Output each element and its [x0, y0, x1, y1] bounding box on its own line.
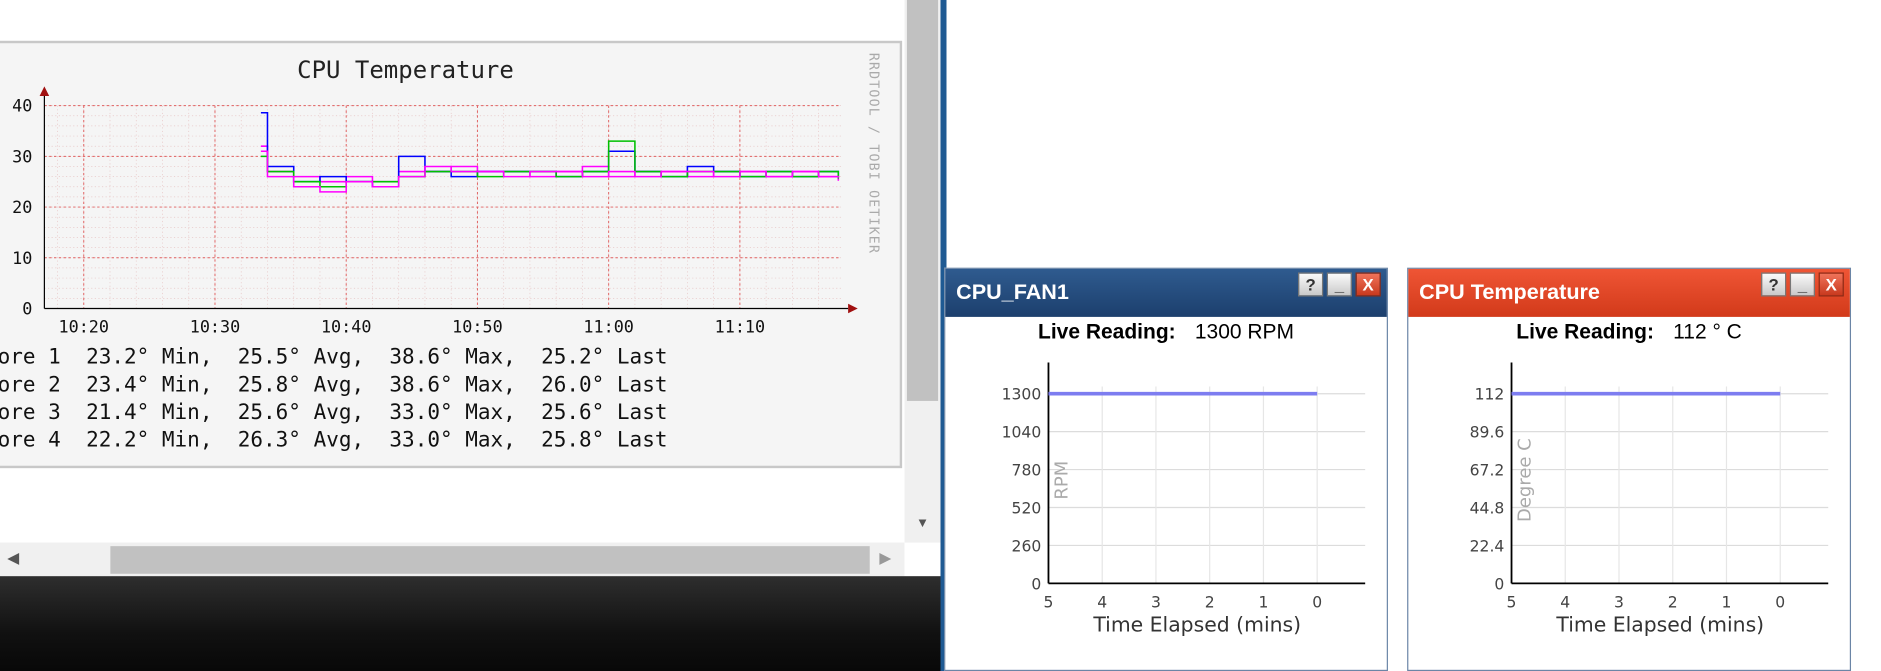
y-tick-label: 0: [22, 298, 32, 318]
x-tick-label: 1: [1258, 593, 1268, 611]
series-line-ore-3: [260, 140, 840, 188]
y-tick-label: 260: [1012, 537, 1042, 555]
y-tick-label: 40: [12, 96, 32, 116]
cpu-fan-widget: CPU_FAN1 ? _ X Live Reading: 1300 RPM 0 26…: [944, 267, 1388, 671]
x-tick-label: 10:20: [58, 316, 109, 336]
scroll-right-arrow-icon[interactable]: ▶: [879, 549, 891, 568]
y-tick-label: 44.8: [1470, 500, 1505, 518]
y-tick-label: 1300: [1002, 386, 1042, 404]
y-axis-arrow-icon: [39, 86, 50, 97]
cpu-temperature-widget: CPU Temperature ? _ X Live Reading: 112 °…: [1407, 267, 1852, 671]
scroll-down-arrow-icon[interactable]: ▼: [912, 516, 934, 533]
x-tick-label: 2: [1668, 593, 1678, 611]
close-button[interactable]: X: [1355, 272, 1381, 297]
series-line-ore-4: [260, 150, 840, 193]
y-tick-label: 22.4: [1470, 537, 1505, 555]
y-tick-label: 520: [1012, 500, 1042, 518]
y-tick-label: 67.2: [1470, 462, 1505, 480]
live-reading: Live Reading: 1300 RPM: [945, 319, 1386, 344]
x-tick-label: 10:30: [190, 316, 241, 336]
minimize-button[interactable]: _: [1789, 272, 1816, 297]
x-tick-label: 4: [1560, 593, 1570, 611]
rrd-chart: 10:20 10:30 10:40 10:50 11:00 11:10 0 10 20 30 40: [12, 86, 858, 337]
help-button[interactable]: ?: [1761, 272, 1787, 297]
legend-row: ore 4 22.2° Min, 26.3° Avg, 33.0° Max, 2…: [0, 428, 668, 453]
legend-row: ore 1 23.2° Min, 25.5° Avg, 38.6° Max, 2…: [0, 345, 668, 370]
x-tick-label: 1: [1722, 593, 1732, 611]
rrd-graph-frame: CPU Temperature RRDTOOL / TOBI OETIKER 1…: [0, 40, 903, 469]
x-tick-label: 11:00: [583, 316, 634, 336]
live-reading-label: Live Reading:: [1516, 319, 1654, 344]
scroll-left-arrow-icon[interactable]: ◀: [7, 549, 19, 568]
y-tick-label: 10: [12, 248, 32, 268]
x-tick-label: 5: [1044, 593, 1054, 611]
live-reading-value: 112 ° C: [1673, 319, 1742, 344]
y-tick-label: 0: [1494, 575, 1504, 593]
vertical-scroll-thumb[interactable]: [906, 0, 939, 401]
live-reading-label: Live Reading:: [1038, 319, 1176, 344]
series-line-ore-2: [260, 111, 840, 188]
x-tick-label: 0: [1312, 593, 1322, 611]
help-button[interactable]: ?: [1297, 272, 1324, 297]
minimize-button[interactable]: _: [1326, 272, 1352, 297]
y-tick-label: 112: [1475, 386, 1505, 404]
fan-chart: 0 260 520 780 1040 1300 5 4 3 2 1 0 Time Elapsed (mi…: [1002, 362, 1366, 636]
x-axis-title: Time Elapsed (mins): [1555, 612, 1764, 636]
close-button[interactable]: X: [1818, 272, 1844, 297]
x-tick-label: 0: [1775, 593, 1785, 611]
x-axis-title: Time Elapsed (mins): [1092, 612, 1301, 636]
x-tick-label: 5: [1507, 593, 1517, 611]
widget-title: CPU Temperature: [1419, 279, 1600, 304]
x-tick-label: 3: [1151, 593, 1161, 611]
live-reading: Live Reading: 112 ° C: [1408, 319, 1849, 344]
x-tick-label: 3: [1614, 593, 1624, 611]
legend-row: ore 2 23.4° Min, 25.8° Avg, 38.6° Max, 2…: [0, 373, 668, 398]
live-reading-value: 1300 RPM: [1194, 319, 1295, 344]
x-tick-label: 4: [1097, 593, 1107, 611]
x-axis-arrow-icon: [848, 303, 858, 314]
y-tick-label: 0: [1031, 575, 1041, 593]
y-tick-label: 1040: [1002, 424, 1042, 442]
widget-title: CPU_FAN1: [956, 279, 1069, 304]
horizontal-scroll-thumb[interactable]: [110, 546, 870, 574]
x-tick-label: 2: [1205, 593, 1215, 611]
x-tick-label: 10:40: [321, 316, 372, 336]
y-axis-title: Degree C: [1515, 438, 1536, 522]
y-tick-label: 89.6: [1470, 424, 1505, 442]
y-tick-label: 20: [12, 197, 32, 217]
legend-row: ore 3 21.4° Min, 25.6° Avg, 33.0° Max, 2…: [0, 400, 668, 425]
temperature-chart: 0 22.4 44.8 67.2 89.6 112 5 4 3 2 1 0 Time Elapsed (…: [1470, 362, 1829, 636]
x-tick-label: 11:10: [715, 316, 766, 336]
taskbar: [0, 576, 941, 671]
y-axis-title: RPM: [1052, 461, 1073, 500]
y-tick-label: 780: [1012, 462, 1042, 480]
y-tick-label: 30: [12, 146, 32, 166]
x-tick-label: 10:50: [452, 316, 503, 336]
